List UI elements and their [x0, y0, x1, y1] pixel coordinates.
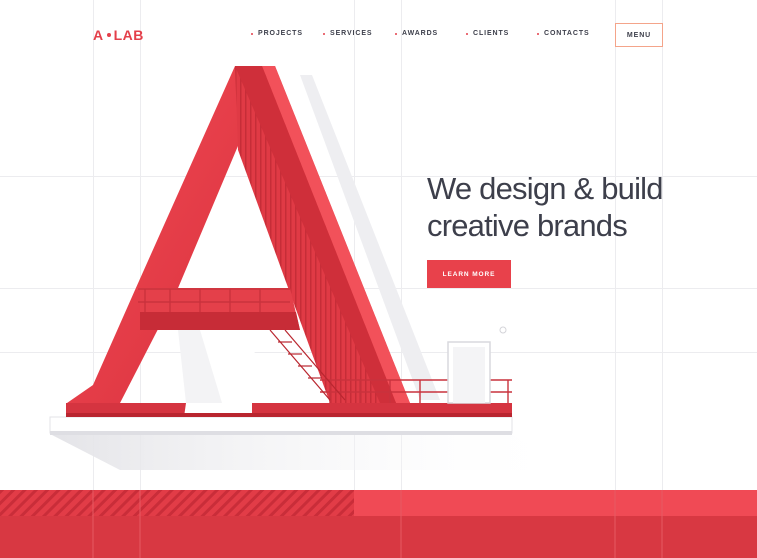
grid-line: [0, 288, 757, 289]
grid-line: [0, 352, 757, 353]
learn-more-button[interactable]: LEARN MORE: [427, 260, 511, 288]
grid-line: [615, 0, 616, 558]
bottom-band: [0, 490, 757, 558]
band-dark: [0, 516, 757, 558]
nav-item-projects[interactable]: PROJECTS: [251, 30, 303, 37]
bullet-icon: [395, 32, 397, 35]
nav-label: CLIENTS: [473, 30, 510, 37]
nav-item-clients[interactable]: CLIENTS: [466, 30, 509, 37]
background-grid: [0, 0, 757, 558]
bullet-icon: [323, 32, 325, 35]
grid-line: [354, 0, 355, 558]
nav-item-awards[interactable]: AWARDS: [395, 30, 438, 37]
headline-line-1: We design & build: [427, 171, 664, 206]
nav-item-services[interactable]: SERVICES: [323, 30, 372, 37]
band-striped: [0, 490, 354, 516]
band-light: [354, 490, 757, 516]
nav-label: SERVICES: [330, 30, 373, 37]
bullet-icon: [251, 32, 253, 35]
headline-line-2: creative brands: [427, 208, 628, 243]
nav-item-contacts[interactable]: CONTACTS: [537, 30, 590, 37]
menu-button[interactable]: MENU: [615, 23, 663, 47]
hero-headline: We design & build creative brands: [427, 170, 727, 244]
nav-label: PROJECTS: [258, 30, 303, 37]
grid-line: [662, 0, 663, 558]
grid-line: [93, 0, 94, 558]
bullet-icon: [537, 32, 539, 35]
bullet-icon: [466, 32, 468, 35]
grid-line: [140, 0, 141, 558]
grid-line: [401, 0, 402, 558]
nav-label: AWARDS: [402, 30, 439, 37]
nav-label: CONTACTS: [544, 30, 590, 37]
